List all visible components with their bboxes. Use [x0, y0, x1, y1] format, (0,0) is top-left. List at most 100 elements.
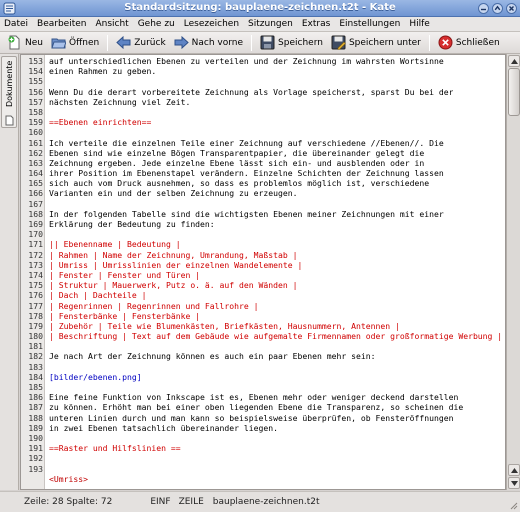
editor-line[interactable]: 188 unteren Linien durch und man kann so … [26, 413, 504, 423]
editor-line[interactable]: 192 [26, 453, 504, 463]
line-number: 159 [28, 117, 43, 128]
line-text: || Ebenenname | Bedeutung | [49, 239, 181, 250]
line-text [45, 382, 49, 392]
menu-bearbeiten[interactable]: Bearbeiten [37, 19, 86, 29]
toolbar-separator [251, 34, 253, 51]
editor-line[interactable]: 185 [26, 382, 504, 392]
editor-line[interactable]: 157 nächsten Zeichnung viel Zeit. [26, 97, 504, 107]
editor-line[interactable]: 181 [26, 341, 504, 351]
editor-line[interactable]: 164 ihrer Position im Ebenenstapel veränd… [26, 168, 504, 178]
editor-line[interactable]: 187 zu können. Erhöht man bei einer oben … [26, 402, 504, 412]
editor-line[interactable]: 160 [26, 127, 504, 137]
insert-mode[interactable]: EINF [150, 497, 170, 507]
menu-datei[interactable]: Datei [4, 19, 28, 29]
editor-line[interactable]: 176 | Dach | Dachteile | [26, 290, 504, 300]
line-text: einen Rahmen zu geben. [49, 66, 157, 77]
menu-extras[interactable]: Extras [302, 19, 330, 29]
editor-line[interactable]: 189 in zwei Ebenen tatsachlich übereinand… [26, 423, 504, 433]
editor-line[interactable]: 153 auf unterschiedlichen Ebenen zu verte… [26, 56, 504, 66]
scrollbar-thumb[interactable] [508, 68, 520, 116]
editor-line[interactable]: 182 Je nach Art der Zeichnung können es a… [26, 351, 504, 361]
scroll-down-icon[interactable] [508, 477, 520, 489]
editor-line[interactable]: 186 Eine feine Funktion von Inkscape ist … [26, 392, 504, 402]
arrow-left-icon [116, 35, 131, 50]
editor-line[interactable]: <Umriss> [26, 474, 504, 484]
editor-line[interactable]: 155 [26, 76, 504, 86]
editor-line[interactable]: 178 | Fensterbänke | Fensterbänke | [26, 311, 504, 321]
save-as-button[interactable]: Speichern unter [327, 33, 425, 53]
new-document-icon [8, 35, 20, 50]
maximize-icon[interactable] [491, 2, 504, 15]
forward-button[interactable]: Nach vorne [170, 33, 247, 53]
main-toolbar: Neu Öffnen Zurück Nach vorne Speichern S… [0, 32, 520, 54]
resize-grip-icon[interactable] [508, 500, 518, 510]
open-label: Öffnen [68, 37, 100, 48]
selection-mode[interactable]: ZEILE [179, 497, 204, 507]
documents-tab[interactable]: Dokumente [1, 56, 17, 128]
line-text [45, 464, 49, 474]
menu-ansicht[interactable]: Ansicht [95, 19, 128, 29]
editor-line[interactable]: 166 Varianten ein und der selben Zeichnun… [26, 188, 504, 198]
editor-line[interactable]: 183 [26, 362, 504, 372]
close-document-button[interactable]: Schließen [434, 33, 504, 53]
editor-line[interactable]: 184 [bilder/ebenen.png] [26, 372, 504, 382]
statusbar: Zeile: 28 Spalte: 72 EINF ZEILE bauplaen… [0, 491, 520, 512]
open-button[interactable]: Öffnen [47, 33, 103, 53]
editor-line[interactable]: 170 [26, 229, 504, 239]
line-text [45, 453, 49, 463]
editor-line[interactable]: 169 Erklärung der Bedeutung zu finden: [26, 219, 504, 229]
back-button[interactable]: Zurück [112, 33, 169, 53]
text-editor[interactable]: 153 auf unterschiedlichen Ebenen zu verte… [20, 54, 506, 490]
editor-line[interactable]: 165 sich auch vom Druck ausnehmen, so das… [26, 178, 504, 188]
line-text: nächsten Zeichnung viel Zeit. [49, 96, 191, 107]
editor-line[interactable]: 161 Ich verteile die einzelnen Teile eine… [26, 138, 504, 148]
line-text: ==Raster und Hilfslinien == [49, 443, 181, 454]
new-button[interactable]: Neu [3, 33, 47, 53]
editor-line[interactable]: 175 | Struktur | Mauerwerk, Putz o. ä. au… [26, 280, 504, 290]
editor-line[interactable]: 180 | Beschriftung | Text auf dem Gebäude… [26, 331, 504, 341]
editor-line[interactable]: 167 [26, 199, 504, 209]
line-number: 161 [28, 137, 43, 148]
vertical-scrollbar[interactable] [506, 54, 520, 490]
menu-hilfe[interactable]: Hilfe [409, 19, 429, 29]
editor-line[interactable]: 179 | Zubehör | Teile wie Blumenkästen, B… [26, 321, 504, 331]
editor-line[interactable]: 168 In der folgenden Tabelle sind die wic… [26, 209, 504, 219]
line-text: ihrer Position im Ebenenstapel verändern… [49, 168, 444, 179]
editor-line[interactable]: 159 ==Ebenen einrichten== [26, 117, 504, 127]
window-titlebar[interactable]: Standardsitzung: bauplaene-zeichnen.t2t … [0, 0, 520, 17]
documents-tab-label: Dokumente [5, 61, 14, 108]
line-number: 154 [28, 66, 43, 77]
editor-line[interactable]: 171 || Ebenenname | Bedeutung | [26, 239, 504, 249]
line-text: Zeichnung ergeben. Jede einzelne Ebene l… [49, 157, 425, 168]
editor-line[interactable]: 163 Zeichnung ergeben. Jede einzelne Eben… [26, 158, 504, 168]
editor-line[interactable]: 177 | Regenrinnen | Regenrinnen und Fallr… [26, 301, 504, 311]
line-number: 169 [28, 219, 43, 229]
editor-line[interactable]: 191 ==Raster und Hilfslinien == [26, 443, 504, 453]
scroll-up-icon[interactable] [508, 55, 520, 67]
editor-line[interactable]: 154 einen Rahmen zu geben. [26, 66, 504, 76]
window-controls [477, 2, 518, 15]
menu-einstellungen[interactable]: Einstellungen [339, 19, 400, 29]
save-button[interactable]: Speichern [256, 33, 327, 53]
editor-line[interactable]: 158 [26, 107, 504, 117]
line-text: | Fenster | Fenster und Türen | [49, 269, 201, 280]
editor-line[interactable]: 174 | Fenster | Fenster und Türen | [26, 270, 504, 280]
line-text: sich auch vom Druck ausnehmen, so dass e… [49, 178, 430, 189]
editor-line[interactable]: 156 Wenn Du die derart vorbereitete Zeich… [26, 87, 504, 97]
menu-gehe-zu[interactable]: Gehe zu [138, 19, 175, 29]
line-number: 191 [28, 443, 43, 454]
line-text: | Rahmen | Name der Zeichnung, Umrandung… [49, 249, 298, 260]
editor-line[interactable]: 162 Ebenen sind wie einzelne Bögen Transp… [26, 148, 504, 158]
line-number: 185 [28, 382, 43, 392]
editor-line[interactable]: 173 | Umriss | Umrisslinien der einzelnen… [26, 260, 504, 270]
menu-lesezeichen[interactable]: Lesezeichen [184, 19, 239, 29]
line-number: 175 [28, 280, 43, 291]
editor-line[interactable]: 172 | Rahmen | Name der Zeichnung, Umrand… [26, 250, 504, 260]
menu-sitzungen[interactable]: Sitzungen [248, 19, 293, 29]
scroll-up-lower-icon[interactable] [508, 464, 520, 476]
editor-line[interactable]: 190 [26, 433, 504, 443]
editor-line[interactable]: 193 [26, 464, 504, 474]
line-number: 192 [28, 453, 43, 464]
close-window-icon[interactable] [505, 2, 518, 15]
minimize-icon[interactable] [477, 2, 490, 15]
